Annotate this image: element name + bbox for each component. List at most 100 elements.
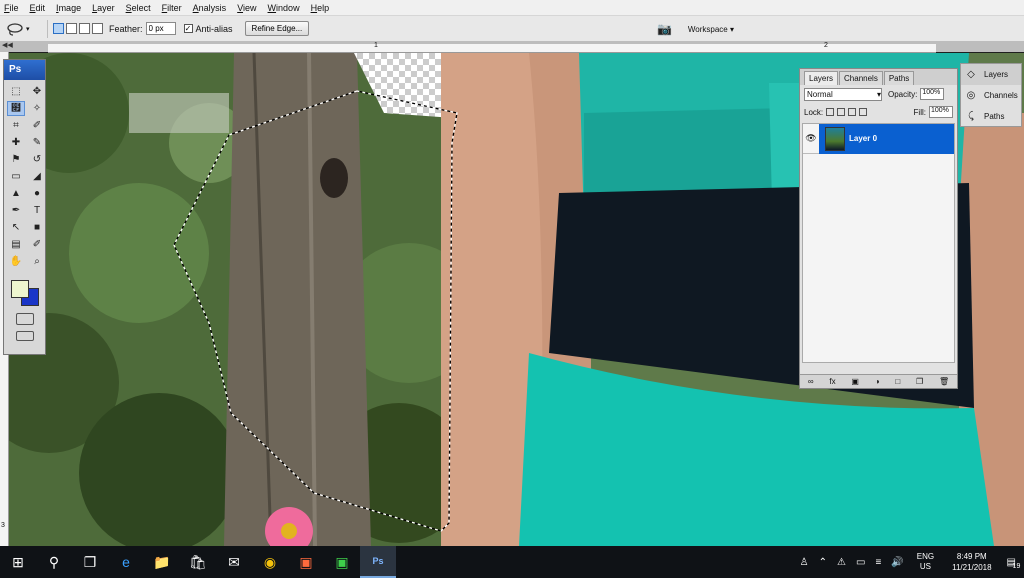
new-selection-button[interactable] (53, 23, 64, 34)
chevron-down-icon: ▾ (876, 89, 881, 99)
layers-list: 👁 Layer 0 (802, 123, 955, 363)
lasso-tool-icon[interactable]: ໏ (7, 101, 25, 116)
clock[interactable]: 8:49 PM 11/21/2018 (952, 551, 991, 573)
app-c-red-icon[interactable]: ▣ (288, 546, 324, 578)
layer-mask-icon[interactable]: ▣ (851, 377, 859, 386)
subtract-from-selection-button[interactable] (79, 23, 90, 34)
menu-filter[interactable]: Filter (162, 3, 188, 13)
fill-label: Fill: (913, 107, 926, 117)
feather-input[interactable] (145, 22, 176, 35)
refine-edge-button[interactable]: Refine Edge... (244, 21, 310, 36)
lock-label: Lock: (804, 107, 824, 117)
store-icon[interactable]: 🛍 (180, 546, 216, 578)
workspace-menu[interactable]: Workspace ▾ (688, 25, 734, 34)
lock-transparency-icon[interactable] (826, 108, 835, 116)
tab-channels[interactable]: Channels (839, 71, 883, 85)
history-brush-tool-icon[interactable]: ↺ (28, 152, 46, 167)
notes-tool-icon[interactable]: ▤ (7, 237, 25, 252)
menu-analysis[interactable]: Analysis (193, 3, 233, 13)
system-tray: ♙ ⌃ ⚠ ▭ ≡ 🔊 ENG US 8:49 PM 11/21/2018 ▤ 1… (795, 546, 1024, 578)
channels-icon: ◎ (966, 90, 976, 101)
shape-tool-icon[interactable]: ■ (28, 220, 46, 235)
antialias-checkbox[interactable]: ✓ (183, 24, 193, 33)
menu-image[interactable]: Image (56, 3, 87, 13)
path-selection-tool-icon[interactable]: ↖ (7, 220, 25, 235)
type-tool-icon[interactable]: T (28, 203, 46, 218)
crop-tool-icon[interactable]: ⌗ (7, 118, 25, 133)
fill-field[interactable]: 100% (929, 106, 953, 118)
windows-taskbar: ⊞ ⚲ ❐ e 📁 🛍 ✉ ◉ ▣ ▣ Ps ♙ ⌃ ⚠ ▭ ≡ 🔊 ENG U… (0, 546, 1024, 578)
add-to-selection-button[interactable] (66, 23, 77, 34)
security-icon[interactable]: ⚠ (837, 557, 846, 568)
clone-stamp-tool-icon[interactable]: ⚑ (7, 152, 25, 167)
layer-style-icon[interactable]: fx (829, 377, 835, 386)
dodge-tool-icon[interactable]: ● (28, 186, 46, 201)
zoom-tool-icon[interactable]: ⌕ (28, 254, 46, 269)
menu-view[interactable]: View (237, 3, 262, 13)
ruler-label: 3 (1, 522, 5, 529)
hand-tool-icon[interactable]: ✋ (7, 254, 25, 269)
quick-mask-icon[interactable] (16, 313, 34, 325)
ruler-label: 1 (374, 42, 378, 49)
collapse-arrows-icon[interactable]: ◀◀ (2, 41, 13, 49)
layer-row[interactable]: 👁 Layer 0 (803, 123, 954, 154)
intersect-selection-button[interactable] (92, 23, 103, 34)
mail-icon[interactable]: ✉ (216, 546, 252, 578)
blend-mode-select[interactable]: Normal ▾ (804, 87, 882, 101)
screen-mode-icon[interactable] (16, 331, 34, 341)
brush-tool-icon[interactable]: ✎ (28, 135, 46, 150)
lock-all-icon[interactable] (859, 108, 868, 116)
eraser-tool-icon[interactable]: ▭ (7, 169, 25, 184)
dock-channels[interactable]: ◎ Channels (961, 85, 1021, 106)
volume-icon[interactable]: 🔊 (891, 557, 903, 568)
dock-layers[interactable]: ◇ Layers (961, 64, 1021, 85)
app-c-green-icon[interactable]: ▣ (324, 546, 360, 578)
blur-tool-icon[interactable]: ▲ (7, 186, 25, 201)
tab-paths[interactable]: Paths (883, 71, 915, 85)
healing-brush-tool-icon[interactable]: ✚ (7, 135, 25, 150)
people-icon[interactable]: ♙ (800, 557, 809, 568)
delete-layer-icon[interactable]: 🗑 (939, 377, 949, 386)
eyedropper-tool-icon[interactable]: ✐ (28, 118, 46, 133)
feather-label: Feather: (109, 23, 143, 34)
photoshop-taskbar-icon[interactable]: Ps (360, 546, 396, 578)
menu-file[interactable]: File (4, 3, 25, 13)
task-view-icon[interactable]: ❐ (72, 546, 108, 578)
link-layers-icon[interactable]: ∞ (808, 377, 814, 386)
adjustment-layer-icon[interactable]: ◑ (875, 377, 880, 386)
menu-window[interactable]: Window (268, 3, 306, 13)
lock-pixels-icon[interactable] (837, 108, 846, 116)
language-indicator[interactable]: ENG US (917, 552, 934, 572)
foreground-color-swatch[interactable] (11, 280, 29, 298)
battery-icon[interactable]: ▭ (856, 557, 865, 568)
search-icon[interactable]: ⚲ (36, 546, 72, 578)
color-sampler-tool-icon[interactable]: ✐ (28, 237, 46, 252)
new-group-icon[interactable]: □ (895, 377, 900, 386)
notifications-icon[interactable]: ▤ 19 (1007, 557, 1021, 570)
pen-tool-icon[interactable]: ✒ (7, 203, 25, 218)
file-explorer-icon[interactable]: 📁 (144, 546, 180, 578)
dock-paths[interactable]: ⤹ Paths (961, 106, 1021, 127)
edge-browser-icon[interactable]: e (108, 546, 144, 578)
tab-layers[interactable]: Layers (804, 71, 839, 85)
windows-start-icon[interactable]: ⊞ (0, 546, 36, 578)
menu-select[interactable]: Select (126, 3, 157, 13)
lock-position-icon[interactable] (848, 108, 857, 116)
chrome-icon[interactable]: ◉ (252, 546, 288, 578)
camera-icon[interactable]: 📷 (657, 22, 672, 36)
menu-edit[interactable]: Edit (30, 3, 52, 13)
opacity-field[interactable]: 100% (920, 88, 945, 100)
chevron-up-icon[interactable]: ⌃ (819, 557, 827, 568)
tool-preset-picker[interactable]: ▾ (6, 19, 42, 39)
move-tool-icon[interactable]: ✥ (28, 84, 46, 99)
eye-icon[interactable]: 👁 (803, 133, 819, 144)
new-layer-icon[interactable]: ❐ (916, 377, 923, 386)
menu-help[interactable]: Help (311, 3, 336, 13)
chevron-down-icon: ▾ (26, 25, 30, 33)
network-icon[interactable]: ≡ (875, 557, 881, 568)
menu-layer[interactable]: Layer (92, 3, 121, 13)
paint-bucket-tool-icon[interactable]: ◢ (28, 169, 46, 184)
panel-dock: ◇ Layers ◎ Channels ⤹ Paths (960, 63, 1022, 127)
marquee-tool-icon[interactable]: ⬚ (7, 84, 25, 99)
magic-wand-tool-icon[interactable]: ✧ (28, 101, 46, 116)
